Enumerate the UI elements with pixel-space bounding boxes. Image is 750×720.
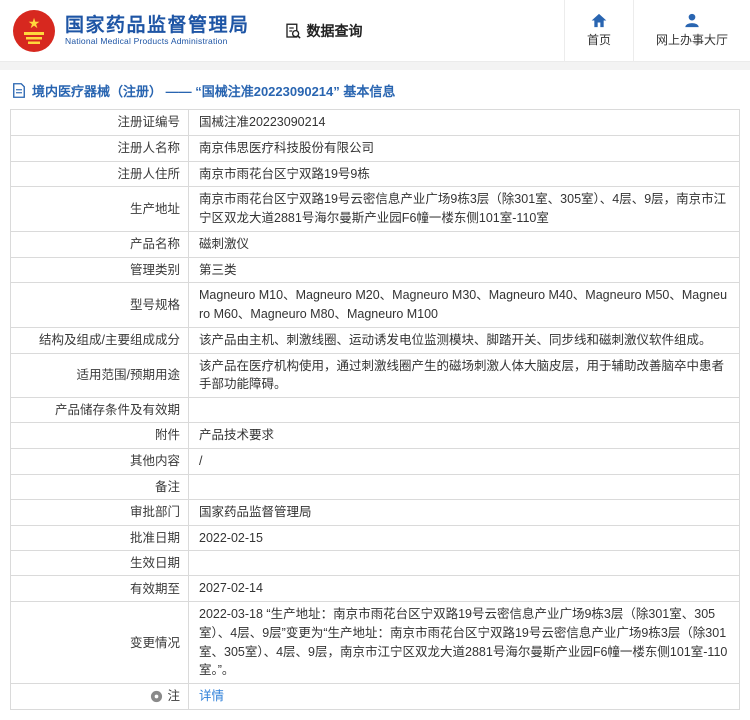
document-icon	[13, 83, 25, 98]
data-query-button[interactable]: 数据查询	[284, 21, 363, 41]
table-row: 变更情况 2022-03-18 “生产地址：南京市雨花台区宁双路19号云密信息产…	[11, 602, 739, 685]
table-row: 管理类别 第三类	[11, 257, 739, 284]
nav-home[interactable]: 首页	[563, 0, 633, 62]
row-value: 2027-02-14	[199, 581, 263, 596]
row-label: 生产地址	[11, 187, 189, 231]
row-label: 注册人名称	[11, 135, 189, 161]
row-label: 有效期至	[11, 576, 189, 602]
row-value: 国械注准20223090214	[199, 115, 326, 129]
table-row: 审批部门 国家药品监督管理局	[11, 499, 739, 526]
table-row: 适用范围/预期用途 该产品在医疗机构使用，通过刺激线圈产生的磁场刺激人体大脑皮层…	[11, 353, 739, 398]
table-row: 批准日期 2022-02-15	[11, 525, 739, 552]
agency-name-en: National Medical Products Administration	[65, 35, 228, 46]
home-icon	[591, 13, 607, 28]
details-link[interactable]: 详情	[199, 687, 224, 706]
row-label: 备注	[11, 474, 189, 499]
table-row-note: 注 详情	[11, 684, 739, 710]
row-label: 生效日期	[11, 551, 189, 576]
row-value: 该产品在医疗机构使用，通过刺激线圈产生的磁场刺激人体大脑皮层，用于辅助改善脑卒中…	[199, 358, 725, 392]
site-header: ★ 国家药品监督管理局 National Medical Products Ad…	[0, 0, 750, 62]
row-value: 南京市雨花台区宁双路19号云密信息产业广场9栋3层（除301室、305室）、4层…	[199, 192, 727, 225]
table-row: 结构及组成/主要组成成分 该产品由主机、刺激线圈、运动诱发电位监测模块、脚踏开关…	[11, 327, 739, 354]
row-label: 其他内容	[11, 448, 189, 474]
row-value	[189, 398, 739, 422]
table-row: 附件 产品技术要求	[11, 423, 739, 449]
table-row: 产品储存条件及有效期	[11, 398, 739, 424]
row-value	[189, 475, 739, 499]
row-label: 结构及组成/主要组成成分	[11, 327, 189, 353]
svg-text:★: ★	[28, 15, 41, 31]
note-label-text: 注	[167, 689, 180, 704]
table-row: 型号规格 Magneuro M10、Magneuro M20、Magneuro …	[11, 283, 739, 328]
nav-online-hall[interactable]: 网上办事大厅	[632, 0, 750, 62]
row-value: 2022-02-15	[199, 530, 263, 545]
data-query-label: 数据查询	[306, 22, 363, 39]
agency-name-cn: 国家药品监督管理局	[65, 14, 250, 36]
row-value: 产品技术要求	[199, 428, 275, 443]
row-label: 变更情况	[11, 602, 189, 684]
table-row: 备注	[11, 474, 739, 500]
agency-title-block: 国家药品监督管理局 National Medical Products Admi…	[65, 15, 250, 47]
row-label: 注册人住所	[11, 161, 189, 187]
row-value	[189, 551, 739, 575]
nav-hall-label: 网上办事大厅	[655, 33, 728, 47]
row-value: 详情	[189, 684, 739, 709]
row-value: 该产品由主机、刺激线圈、运动诱发电位监测模块、脚踏开关、同步线和磁刺激仪软件组成…	[199, 332, 712, 347]
row-value: /	[199, 453, 203, 468]
row-label: 附件	[11, 423, 189, 448]
table-row: 注册人名称 南京伟思医疗科技股份有限公司	[11, 135, 739, 162]
row-value: Magneuro M10、Magneuro M20、Magneuro M30、M…	[199, 288, 728, 321]
table-row: 其他内容 /	[11, 448, 739, 475]
breadcrumb: 境内医疗器械（注册） —— “国械注准20223090214” 基本信息	[0, 70, 750, 109]
table-row: 注册证编号 国械注准20223090214	[11, 110, 739, 136]
table-row: 生效日期	[11, 551, 739, 577]
row-value: 第三类	[199, 262, 237, 277]
header-divider-strip	[0, 62, 750, 70]
national-emblem-logo: ★	[13, 9, 55, 52]
note-icon	[151, 690, 163, 703]
row-label: 型号规格	[11, 283, 189, 327]
row-value: 国家药品监督管理局	[199, 504, 312, 519]
doc-magnifier-icon	[285, 23, 301, 39]
nav-home-label: 首页	[586, 33, 611, 47]
person-icon	[685, 13, 699, 28]
row-label: 产品储存条件及有效期	[11, 398, 189, 423]
row-label: 审批部门	[11, 499, 189, 525]
row-label: 注册证编号	[11, 110, 189, 135]
breadcrumb-text: 境内医疗器械（注册） —— “国械注准20223090214” 基本信息	[32, 84, 396, 99]
row-label: 适用范围/预期用途	[11, 353, 189, 397]
table-row: 有效期至 2027-02-14	[11, 576, 739, 603]
info-table: 注册证编号 国械注准20223090214 注册人名称 南京伟思医疗科技股份有限…	[10, 109, 740, 710]
row-value: 2022-03-18 “生产地址：南京市雨花台区宁双路19号云密信息产业广场9栋…	[199, 607, 728, 678]
row-label: 注	[11, 684, 189, 709]
row-value: 磁刺激仪	[199, 236, 250, 251]
table-row: 注册人住所 南京市雨花台区宁双路19号9栋	[11, 161, 739, 188]
table-row: 生产地址 南京市雨花台区宁双路19号云密信息产业广场9栋3层（除301室、305…	[11, 187, 739, 232]
row-label: 批准日期	[11, 525, 189, 551]
row-value: 南京伟思医疗科技股份有限公司	[199, 140, 375, 155]
row-label: 产品名称	[11, 231, 189, 257]
row-value: 南京市雨花台区宁双路19号9栋	[199, 166, 370, 181]
row-label: 管理类别	[11, 257, 189, 283]
table-row: 产品名称 磁刺激仪	[11, 231, 739, 258]
